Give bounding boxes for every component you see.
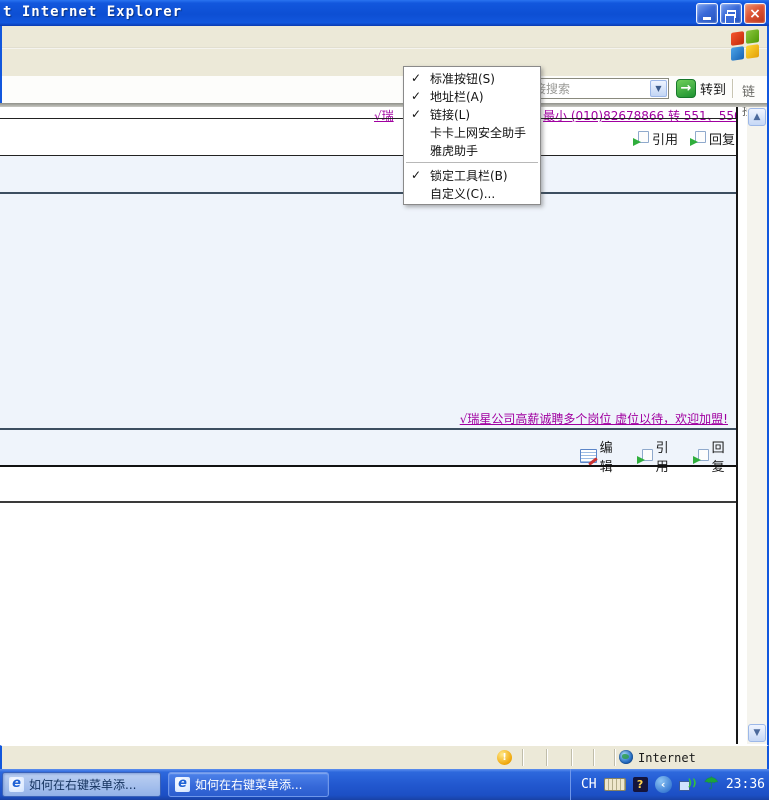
- ie-icon: e: [175, 777, 190, 792]
- post2-action-row: 编辑 引用 回复: [580, 437, 737, 475]
- internet-zone-label: Internet: [638, 751, 696, 765]
- keyboard-icon[interactable]: [603, 778, 626, 791]
- close-button[interactable]: ×: [744, 3, 766, 24]
- chevron-up-icon: ▲: [753, 112, 761, 122]
- checkmark-icon: ✓: [411, 168, 422, 182]
- reply-label: 回复: [709, 133, 736, 148]
- restore-button[interactable]: [720, 3, 742, 24]
- toolbar-area: [0, 26, 769, 76]
- chevron-down-icon: ▼: [753, 728, 761, 738]
- checkmark-icon: ✓: [411, 107, 422, 121]
- system-tray: CH ? ‹ )) ☂ 23:36: [569, 769, 769, 800]
- quote-button[interactable]: 引用: [636, 437, 681, 475]
- post1-action-row: 引用 回复: [633, 129, 735, 148]
- scroll-down-button[interactable]: ▼: [748, 724, 766, 742]
- edit-icon: [580, 449, 597, 463]
- taskbar-button-label: 如何在右键菜单添...: [29, 778, 137, 792]
- ad-link-top-left-fragment[interactable]: √瑞: [374, 107, 394, 124]
- reply-button[interactable]: 回复: [692, 437, 737, 475]
- taskbar-button-active[interactable]: e 如何在右键菜单添...: [2, 772, 161, 797]
- scroll-up-button[interactable]: ▲: [748, 108, 766, 126]
- help-tray-icon[interactable]: ?: [632, 777, 648, 792]
- edit-button[interactable]: 编辑: [580, 437, 625, 475]
- reply-button[interactable]: 回复: [690, 129, 735, 148]
- restore-icon: [724, 9, 736, 24]
- ie-window: t Internet Explorer × ▼ → 转到 链接 √瑞: [0, 0, 769, 800]
- taskbar-button[interactable]: e 如何在右键菜单添...: [168, 772, 329, 797]
- rising-antivirus-umbrella-icon[interactable]: ☂: [704, 776, 719, 793]
- chevron-down-icon: ▼: [655, 84, 662, 93]
- network-activity-icon[interactable]: )): [678, 778, 697, 792]
- vertical-scrollbar[interactable]: ▲ ▼: [747, 107, 767, 744]
- taskbar-clock: 23:36: [725, 777, 765, 792]
- ime-indicator[interactable]: CH: [581, 777, 597, 792]
- taskbar: e 如何在右键菜单添... e 如何在右键菜单添... CH ? ‹ )) ☂ …: [0, 769, 769, 800]
- taskbar-button-label: 如何在右键菜单添...: [195, 778, 303, 792]
- post-body-area: [0, 194, 737, 428]
- ad-link-top-right-fragment[interactable]: 最小 (010)82678866 转 551、550: [543, 107, 737, 124]
- toolbar-separator: [732, 79, 734, 98]
- menu-item-links[interactable]: ✓ 链接(L): [404, 105, 540, 123]
- divider-line: [0, 465, 737, 467]
- checkmark-icon: ✓: [411, 71, 422, 85]
- reply-icon: [690, 131, 707, 146]
- toolbar-divider: [2, 47, 767, 49]
- quote-button[interactable]: 引用: [633, 129, 678, 148]
- content-right-border: [736, 107, 738, 744]
- search-dropdown-button[interactable]: ▼: [650, 80, 667, 97]
- post-header-band: [0, 156, 737, 192]
- menu-separator: [406, 162, 538, 163]
- window-title: t Internet Explorer: [3, 4, 183, 20]
- go-button[interactable]: → 转到: [676, 77, 726, 100]
- internet-zone-icon: [619, 750, 633, 764]
- quote-icon: [633, 131, 649, 146]
- toolbar-context-menu: ✓ 标准按钮(S) ✓ 地址栏(A) ✓ 链接(L) 卡卡上网安全助手 雅虎助手…: [403, 66, 541, 205]
- status-bar: ! Internet: [0, 745, 769, 769]
- title-bar: t Internet Explorer ×: [0, 0, 769, 26]
- divider-line: [0, 501, 737, 503]
- close-icon: ×: [749, 5, 761, 22]
- menu-item-lock-toolbars[interactable]: ✓ 锁定工具栏(B): [404, 166, 540, 184]
- menu-item-kaka-assistant[interactable]: 卡卡上网安全助手: [404, 123, 540, 141]
- quote-label: 引用: [652, 133, 679, 148]
- reply-label: 回复: [711, 441, 725, 475]
- windows-flag-throbber-icon: [731, 29, 761, 61]
- quote-icon: [636, 448, 653, 464]
- minimize-icon: [703, 16, 711, 20]
- menu-item-yahoo-assistant[interactable]: 雅虎助手: [404, 141, 540, 159]
- page-warning-icon[interactable]: !: [497, 750, 512, 765]
- reply-icon: [692, 448, 709, 464]
- downloader-tray-icon[interactable]: ‹: [654, 776, 672, 793]
- go-arrow-icon: →: [676, 79, 696, 98]
- ad-link-bottom[interactable]: √瑞星公司高薪诚聘多个岗位 虚位以待，欢迎加盟!: [460, 410, 728, 427]
- divider-line: [0, 118, 737, 119]
- go-button-label: 转到: [700, 83, 727, 98]
- menu-item-customize[interactable]: 自定义(C)...: [404, 184, 540, 202]
- window-controls: ×: [696, 3, 766, 24]
- menu-item-address-bar[interactable]: ✓ 地址栏(A): [404, 87, 540, 105]
- quote-label: 引用: [655, 441, 669, 475]
- ie-icon: e: [9, 777, 24, 792]
- page-content: √瑞 最小 (010)82678866 转 551、550 引用 回复 √瑞星公…: [0, 107, 737, 745]
- menu-item-standard-buttons[interactable]: ✓ 标准按钮(S): [404, 69, 540, 87]
- address-band: ▼ → 转到 链接: [0, 76, 769, 119]
- checkmark-icon: ✓: [411, 89, 422, 103]
- minimize-button[interactable]: [696, 3, 718, 24]
- edit-label: 编辑: [599, 441, 613, 475]
